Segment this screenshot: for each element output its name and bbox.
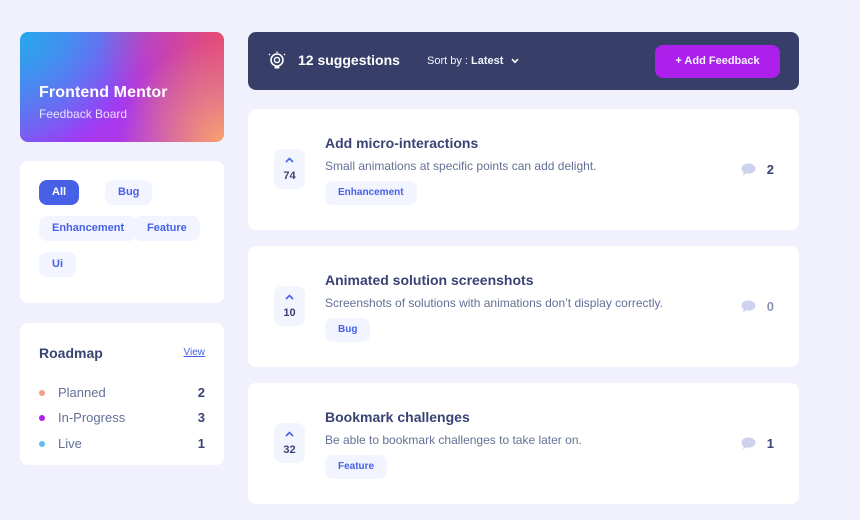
- suggestion-card[interactable]: 32 Bookmark challenges Be able to bookma…: [248, 383, 799, 504]
- in-progress-dot-icon: [39, 415, 45, 421]
- roadmap-item-label: Live: [58, 436, 82, 451]
- suggestion-tag[interactable]: Feature: [325, 455, 388, 479]
- chevron-up-icon: [285, 294, 294, 300]
- suggestion-title[interactable]: Add micro-interactions: [325, 135, 478, 151]
- brand-title: Frontend Mentor: [39, 84, 168, 101]
- comment-count: 2: [766, 162, 774, 177]
- chevron-down-icon: [510, 58, 519, 64]
- sort-dropdown[interactable]: Sort by : Latest: [427, 55, 519, 67]
- add-feedback-button[interactable]: + Add Feedback: [655, 45, 780, 78]
- chevron-up-icon: [285, 431, 294, 437]
- roadmap-item-label: Planned: [58, 385, 106, 400]
- vote-count: 32: [283, 444, 296, 456]
- roadmap-view-link[interactable]: View: [184, 347, 206, 358]
- suggestion-description: Be able to bookmark challenges to take l…: [325, 433, 582, 447]
- upvote-button[interactable]: 10: [274, 286, 305, 326]
- tag-filter-ui[interactable]: Ui: [39, 252, 76, 277]
- brand-card: Frontend Mentor Feedback Board: [20, 32, 224, 142]
- tag-filter-bug[interactable]: Bug: [105, 180, 153, 205]
- chevron-up-icon: [285, 157, 294, 163]
- vote-count: 10: [283, 307, 296, 319]
- tag-filter-all[interactable]: All: [39, 180, 80, 205]
- live-dot-icon: [39, 441, 45, 447]
- roadmap-title: Roadmap: [39, 345, 103, 361]
- suggestion-description: Screenshots of solutions with animations…: [325, 296, 663, 310]
- comment-bubble-icon: [741, 163, 756, 176]
- comment-count: 0: [766, 299, 774, 314]
- comment-count: 1: [766, 436, 774, 451]
- roadmap-item-count: 3: [197, 410, 205, 425]
- vote-count: 74: [283, 170, 296, 182]
- roadmap-item-count: 1: [197, 436, 205, 451]
- suggestion-title[interactable]: Animated solution screenshots: [325, 272, 533, 288]
- comment-bubble-icon: [741, 300, 756, 313]
- suggestion-tag[interactable]: Bug: [325, 318, 371, 342]
- tag-filter-feature[interactable]: Feature: [134, 216, 200, 241]
- upvote-button[interactable]: 74: [274, 149, 305, 189]
- sort-prefix: Sort by :: [427, 55, 472, 67]
- roadmap-item-label: In-Progress: [58, 410, 126, 425]
- suggestion-tag[interactable]: Enhancement: [325, 181, 417, 205]
- sort-value: Latest: [471, 55, 504, 67]
- brand-subtitle: Feedback Board: [39, 107, 128, 121]
- roadmap-item-count: 2: [197, 385, 205, 400]
- upvote-button[interactable]: 32: [274, 423, 305, 463]
- suggestion-count: 12 suggestions: [298, 52, 400, 68]
- roadmap-item-in-progress: In-Progress 3: [39, 410, 205, 426]
- planned-dot-icon: [39, 390, 45, 396]
- roadmap-item-live: Live 1: [39, 436, 205, 452]
- suggestion-title[interactable]: Bookmark challenges: [325, 409, 470, 425]
- tag-filter-enhancement[interactable]: Enhancement: [39, 216, 138, 241]
- suggestion-description: Small animations at specific points can …: [325, 159, 597, 173]
- suggestion-card[interactable]: 74 Add micro-interactions Small animatio…: [248, 109, 799, 230]
- lightbulb-icon: [268, 51, 286, 69]
- suggestions-header: 12 suggestions Sort by : Latest + Add Fe…: [248, 32, 799, 90]
- tag-filter-card: All Bug Enhancement Feature Ui: [20, 161, 224, 303]
- roadmap-item-planned: Planned 2: [39, 385, 205, 401]
- suggestion-card[interactable]: 10 Animated solution screenshots Screens…: [248, 246, 799, 367]
- comment-bubble-icon: [741, 437, 756, 450]
- roadmap-card: Roadmap View Planned 2 In-Progress 3 Liv…: [20, 323, 224, 465]
